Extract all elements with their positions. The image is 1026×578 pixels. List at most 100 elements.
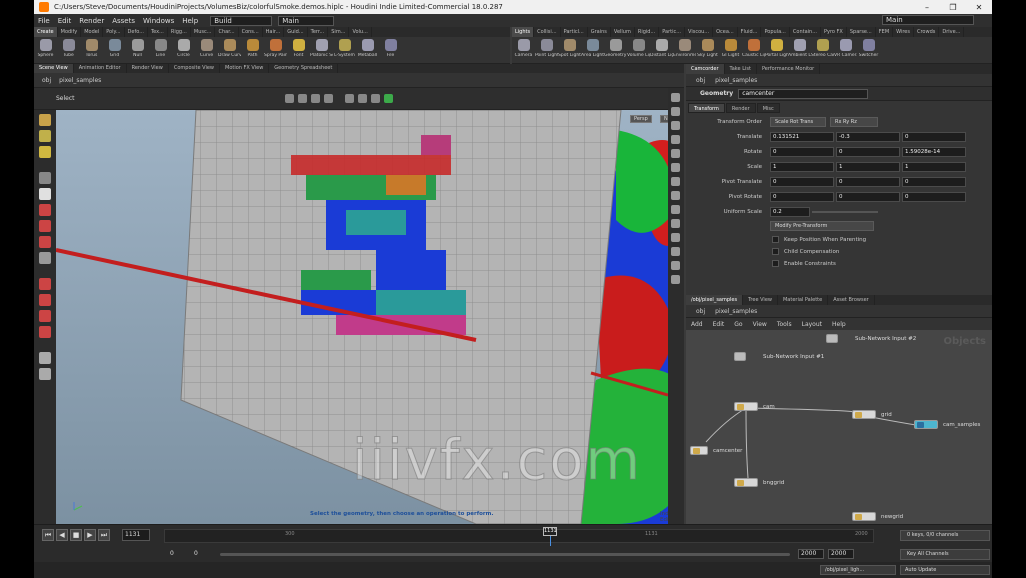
- shelf-tool-curve[interactable]: Curve: [195, 37, 218, 64]
- shelf-tab-guid-11[interactable]: Guid...: [284, 27, 308, 37]
- move-icon[interactable]: [39, 130, 51, 142]
- shelf-tool-sky-light[interactable]: Sky Light: [696, 37, 719, 64]
- shelf-tool-file[interactable]: File: [379, 37, 402, 64]
- network-node-grid[interactable]: grid: [852, 410, 892, 419]
- display-icon-10[interactable]: [671, 219, 680, 228]
- param-pivot-rotate-y-field[interactable]: 0: [836, 192, 900, 202]
- menu-render[interactable]: Render: [75, 17, 108, 25]
- shelf-tool-tube[interactable]: Tube: [57, 37, 80, 64]
- menu-file[interactable]: File: [34, 17, 54, 25]
- display-icon-7[interactable]: [671, 177, 680, 186]
- shelf-tab-fluid-9[interactable]: Fluid...: [738, 27, 762, 37]
- shelf-tool-draw-curve[interactable]: Draw Curve: [218, 37, 241, 64]
- snap-icon[interactable]: [39, 252, 51, 264]
- network-tab-tree-view[interactable]: Tree View: [743, 295, 778, 305]
- shelf-tab-rigg-6[interactable]: Rigg...: [168, 27, 191, 37]
- shelf-tab-model-2[interactable]: Model: [81, 27, 104, 37]
- main-desk-select[interactable]: Main: [278, 15, 335, 26]
- range-end[interactable]: 2000: [798, 549, 824, 559]
- shelf-tab-partic-6[interactable]: Partic...: [659, 27, 686, 37]
- param-rotate-x-field[interactable]: 0: [770, 147, 834, 157]
- play-icon[interactable]: ▶: [84, 529, 96, 541]
- child-comp-checkbox[interactable]: [772, 248, 779, 255]
- auto-update-select[interactable]: Auto Update: [900, 565, 990, 575]
- range-start[interactable]: 0: [170, 549, 174, 559]
- param-pivot-translate-z-field[interactable]: 0: [902, 177, 966, 187]
- network-menu-add[interactable]: Add: [686, 321, 708, 328]
- shelf-tool-line[interactable]: Line: [149, 37, 172, 64]
- shelf-tool-distant-light[interactable]: Distant Light: [650, 37, 673, 64]
- transform-icon[interactable]: [39, 236, 51, 248]
- network-node-subnet-input-2[interactable]: Sub-Network Input #2: [826, 334, 916, 343]
- param-scale-x-field[interactable]: 1: [770, 162, 834, 172]
- menu-help[interactable]: Help: [178, 17, 202, 25]
- param-pivot-rotate-x-field[interactable]: 0: [770, 192, 834, 202]
- primitives-icon[interactable]: [370, 94, 380, 103]
- shelf-tab-vellum-4[interactable]: Vellum: [611, 27, 635, 37]
- shelf-tab-modify-1[interactable]: Modify: [58, 27, 82, 37]
- shelf-tab-musc-7[interactable]: Musc...: [191, 27, 216, 37]
- path-obj[interactable]: obj: [42, 77, 51, 84]
- shelf-tab-volu-14[interactable]: Volu...: [349, 27, 372, 37]
- shelf-tool-circle[interactable]: Circle: [172, 37, 195, 64]
- shelf-tool-path[interactable]: Path: [241, 37, 264, 64]
- timeline-cursor[interactable]: 1131: [543, 527, 557, 536]
- network-node-cam-samples[interactable]: cam_samples: [914, 420, 980, 429]
- shelf-tool-torus[interactable]: Torus: [80, 37, 103, 64]
- points-icon[interactable]: [344, 94, 354, 103]
- param-translate-x-field[interactable]: 0.131521: [770, 132, 834, 142]
- rotate-icon[interactable]: [39, 146, 51, 158]
- param-path-node[interactable]: pixel_samples: [715, 77, 757, 84]
- network-node-bnggrid[interactable]: bnggrid: [734, 478, 784, 487]
- cam-menu[interactable]: No cam: [660, 115, 668, 123]
- network-menu-tools[interactable]: Tools: [772, 321, 797, 328]
- param-translate-y-field[interactable]: -0.3: [836, 132, 900, 142]
- shelf-tab-tex-5[interactable]: Tex...: [148, 27, 168, 37]
- shelf-tool-geometry-light[interactable]: Geometry Light: [604, 37, 627, 64]
- param-rotate-y-field[interactable]: 0: [836, 147, 900, 157]
- shelf-tab-lights-0[interactable]: Lights: [512, 27, 535, 37]
- shelf-tab-hair-10[interactable]: Hair...: [263, 27, 285, 37]
- tab-render-view[interactable]: Render View: [127, 64, 169, 73]
- shelf-tab-sim-13[interactable]: Sim...: [328, 27, 350, 37]
- tab-animation-editor[interactable]: Animation Editor: [74, 64, 127, 73]
- shelf-tool-metaball[interactable]: Metaball: [356, 37, 379, 64]
- shelf-tool-platonic-solids[interactable]: Platonic Solids: [310, 37, 333, 64]
- desktop-select[interactable]: Build: [210, 15, 273, 26]
- network-tab-material-palette[interactable]: Material Palette: [778, 295, 829, 305]
- objects-icon[interactable]: [383, 94, 393, 103]
- handle-icon[interactable]: [39, 188, 51, 200]
- shelf-tab-collisi-1[interactable]: Collisi...: [534, 27, 561, 37]
- shelf-tool-null[interactable]: Null: [126, 37, 149, 64]
- keys-channels-label[interactable]: 0 keys, 0/0 channels: [900, 530, 990, 541]
- display-icon-9[interactable]: [671, 205, 680, 214]
- display-icon-2[interactable]: [671, 107, 680, 116]
- lasso-icon[interactable]: [297, 94, 307, 103]
- param-tab-camcorder[interactable]: Camcorder: [686, 64, 725, 74]
- shelf-tool-font[interactable]: Font: [287, 37, 310, 64]
- shelf-tool-vr-camera[interactable]: VR Camera: [834, 37, 857, 64]
- shelf-tool-volume-light[interactable]: Volume Light: [627, 37, 650, 64]
- shelf-tool-caustic-light[interactable]: Caustic Light: [742, 37, 765, 64]
- shelf-tab-char-8[interactable]: Char...: [215, 27, 239, 37]
- shelf-tab-drive-17[interactable]: Drive...: [939, 27, 965, 37]
- main-desk-right-select[interactable]: Main: [882, 15, 974, 25]
- shelf-tool-ambient-light[interactable]: Ambient Light: [788, 37, 811, 64]
- grid-snap-icon[interactable]: [39, 294, 51, 306]
- range-start-2[interactable]: 0: [194, 549, 198, 559]
- shelf-tab-particl-2[interactable]: Particl...: [561, 27, 588, 37]
- network-menu-edit[interactable]: Edit: [708, 321, 730, 328]
- network-tab-asset-browser[interactable]: Asset Browser: [828, 295, 875, 305]
- shelf-tab-create-0[interactable]: Create: [34, 27, 58, 37]
- network-menu-view[interactable]: View: [748, 321, 772, 328]
- curve-snap-icon[interactable]: [39, 326, 51, 338]
- shelf-tab-rigid-5[interactable]: Rigid...: [635, 27, 660, 37]
- stop-icon[interactable]: ■: [70, 529, 82, 541]
- network-canvas[interactable]: Objects Sub-Network Input #1 Sub-Network…: [686, 330, 992, 524]
- display-icon-14[interactable]: [671, 275, 680, 284]
- network-node-cam[interactable]: cam: [734, 402, 775, 411]
- display-icon-4[interactable]: [671, 135, 680, 144]
- shelf-tab-defo-4[interactable]: Defo...: [125, 27, 148, 37]
- shelf-tool-area-light[interactable]: Area Light: [581, 37, 604, 64]
- path-pixel-samples[interactable]: pixel_samples: [59, 77, 101, 84]
